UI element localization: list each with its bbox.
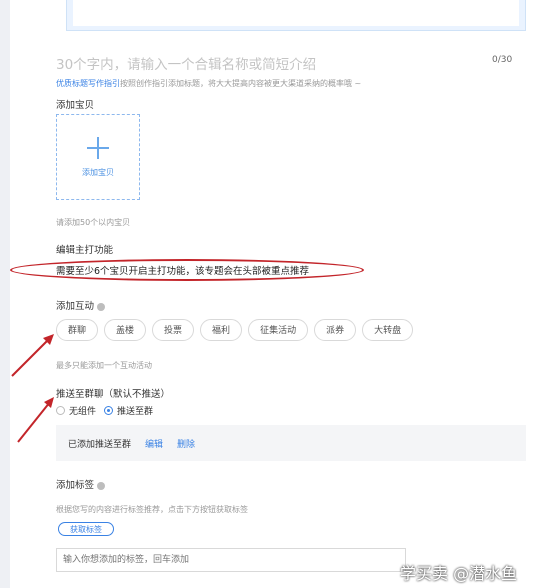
tags-label-row: 添加标签 — [56, 477, 106, 491]
fetch-tags-button[interactable]: 获取标签 — [58, 522, 114, 536]
chip-vote[interactable]: 投票 — [152, 319, 195, 341]
radio-push-to-group-circle[interactable] — [104, 406, 114, 415]
annotation-arrow-push — [17, 397, 54, 443]
radio-no-component-label: 无组件 — [69, 407, 97, 417]
description-textarea[interactable] — [66, 0, 526, 31]
radio-no-component[interactable]: 无组件 — [56, 404, 96, 417]
interaction-hint: 最多只能添加一个互动活动 — [56, 361, 152, 370]
title-input[interactable]: 30个字内，请输入一个合辑名称或简短介绍 — [56, 53, 316, 73]
add-baby-label: 添加宝贝 — [56, 100, 95, 111]
form-content: 30个字内，请输入一个合辑名称或简短介绍 0/30 优质标题写作指引按照创作指引… — [10, 0, 528, 588]
interaction-label: 添加互动 — [56, 301, 95, 312]
chip-collect-activity[interactable]: 征集活动 — [248, 319, 309, 341]
tags-label: 添加标签 — [56, 480, 95, 491]
plus-icon — [87, 136, 109, 159]
annotation-arrow-interaction — [11, 334, 54, 377]
radio-no-component-circle[interactable] — [56, 406, 65, 415]
interaction-label-row: 添加互动 — [56, 298, 106, 312]
chip-build-floor[interactable]: 盖楼 — [104, 319, 147, 341]
title-guide-link[interactable]: 优质标题写作指引 — [56, 79, 120, 88]
annotation-ellipse — [10, 259, 364, 281]
description-textarea-inner[interactable] — [73, 0, 519, 26]
watermark: 学买卖 @潜水鱼 — [400, 564, 518, 583]
add-baby-button[interactable]: 添加宝贝 — [56, 114, 140, 200]
feature-label: 编辑主打功能 — [56, 245, 114, 256]
push-delete-link[interactable]: 删除 — [177, 437, 195, 450]
tags-hint: 根据您写的内容进行标签推荐，点击下方按钮获取标签 — [56, 505, 248, 514]
radio-push-to-group-label: 推送至群 — [117, 407, 154, 417]
title-char-counter: 0/30 — [492, 55, 513, 65]
push-edit-link[interactable]: 编辑 — [145, 437, 163, 450]
tag-input[interactable] — [56, 548, 406, 572]
info-icon[interactable] — [97, 481, 106, 490]
add-baby-hint: 请添加50个以内宝贝 — [56, 218, 131, 227]
title-guide-text: 按照创作指引添加标题，将大大提高内容被更大渠道采纳的概率哦 ~ — [120, 79, 362, 88]
radio-push-to-group[interactable]: 推送至群 — [104, 404, 153, 417]
push-label: 推送至群聊（默认不推送） — [56, 389, 171, 400]
chip-welfare[interactable]: 福利 — [200, 319, 243, 341]
push-radio-group: 无组件 推送至群 — [56, 404, 161, 417]
add-baby-button-label: 添加宝贝 — [82, 167, 114, 177]
title-guide: 优质标题写作指引按照创作指引添加标题，将大大提高内容被更大渠道采纳的概率哦 ~ — [56, 78, 361, 89]
info-icon[interactable] — [97, 302, 106, 311]
interaction-chip-row: 群聊 盖楼 投票 福利 征集活动 派券 大转盘 — [56, 319, 414, 341]
chip-coupon[interactable]: 派券 — [314, 319, 357, 341]
chip-group-chat[interactable]: 群聊 — [56, 319, 99, 341]
push-panel: 已添加推送至群 编辑 删除 — [56, 425, 526, 461]
chip-wheel[interactable]: 大转盘 — [362, 319, 414, 341]
push-added-text: 已添加推送至群 — [68, 439, 132, 450]
